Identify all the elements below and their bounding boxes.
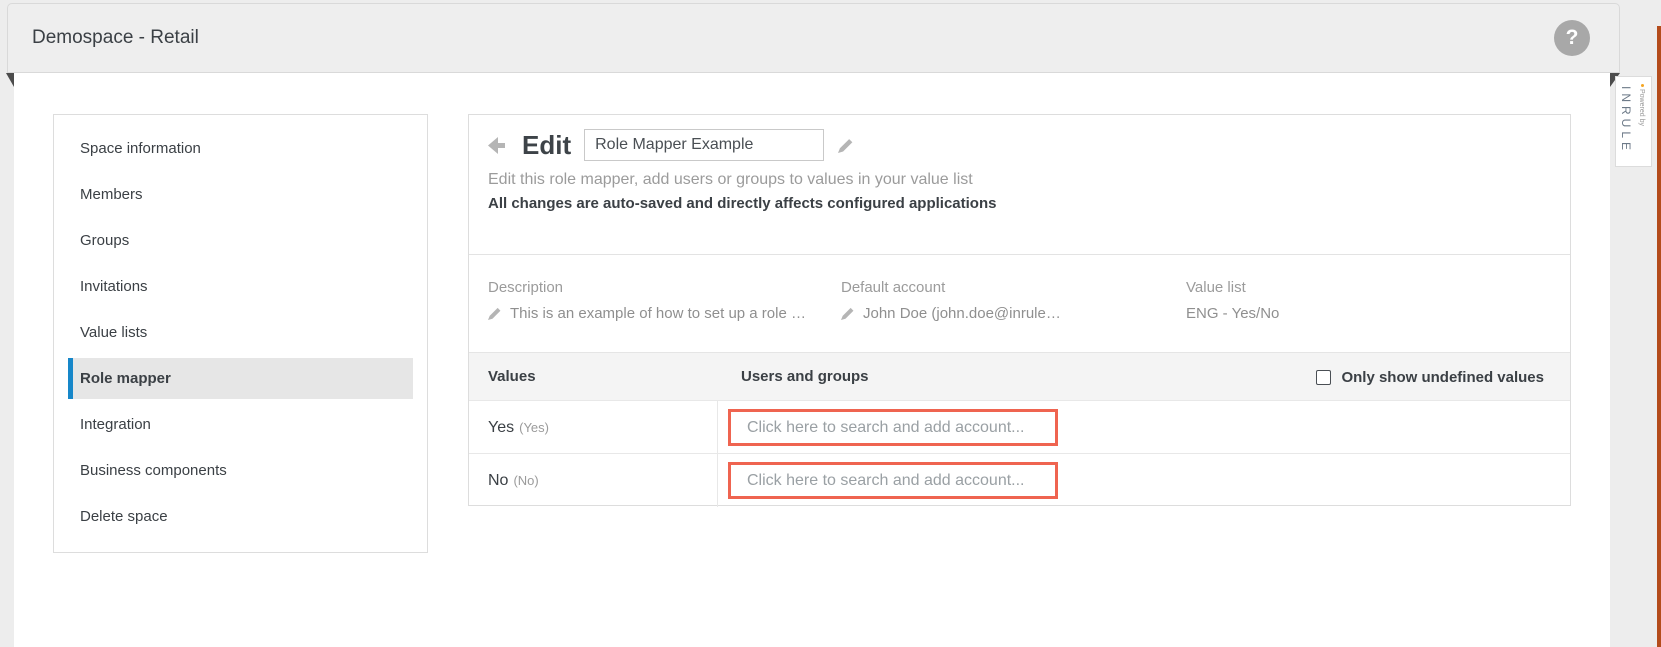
undefined-values-checkbox-label: Only show undefined values — [1341, 369, 1544, 386]
sidebar-item-business-components[interactable]: Business components — [68, 450, 413, 491]
edit-description-pencil-icon[interactable] — [488, 307, 501, 320]
sidebar-item-invitations[interactable]: Invitations — [68, 266, 413, 307]
column-header-values: Values — [488, 353, 536, 401]
add-account-search-input[interactable] — [728, 462, 1058, 499]
value-cell: Yes(Yes) — [469, 401, 718, 453]
space-title: Demospace - Retail — [32, 4, 199, 72]
edit-header-section: Edit Edit this role mapper, add users or… — [469, 115, 1570, 255]
table-row: No(No) — [469, 454, 1570, 507]
description-label: Description — [488, 279, 806, 296]
value-cell: No(No) — [469, 454, 718, 507]
sidebar-item-groups[interactable]: Groups — [68, 220, 413, 261]
page-title: Edit — [522, 130, 571, 161]
default-account-label: Default account — [841, 279, 1061, 296]
default-account-value[interactable]: John Doe (john.doe@inrule… — [863, 305, 1061, 322]
sidebar-nav: Space information Members Groups Invitat… — [53, 114, 428, 553]
sidebar-item-space-information[interactable]: Space information — [68, 128, 413, 169]
add-account-search-input[interactable] — [728, 409, 1058, 446]
description-value[interactable]: This is an example of how to set up a ro… — [510, 305, 806, 322]
only-show-undefined-filter[interactable]: Only show undefined values — [1316, 353, 1544, 401]
table-header-row: Values Users and groups Only show undefi… — [469, 353, 1570, 401]
page: Demospace - Retail ? INRULE Powered by S… — [0, 0, 1661, 647]
sidebar-item-integration[interactable]: Integration — [68, 404, 413, 445]
table-row: Yes(Yes) — [469, 401, 1570, 454]
value-list-label: Value list — [1186, 279, 1279, 296]
sidebar-item-value-lists[interactable]: Value lists — [68, 312, 413, 353]
inrule-logo-text: INRULE — [1619, 86, 1633, 154]
sidebar-item-delete-space[interactable]: Delete space — [68, 496, 413, 537]
sidebar-item-role-mapper[interactable]: Role mapper — [68, 358, 413, 399]
header-fold-left — [6, 73, 14, 87]
role-mapper-panel: Edit Edit this role mapper, add users or… — [468, 114, 1571, 506]
value-code: (Yes) — [519, 420, 549, 435]
edit-subtitle: Edit this role mapper, add users or grou… — [488, 171, 1570, 189]
value-code: (No) — [513, 473, 538, 488]
powered-by-label: Powered by — [1638, 89, 1645, 126]
value-list-value: ENG - Yes/No — [1186, 305, 1279, 322]
role-mapper-name-input[interactable] — [584, 129, 824, 161]
powered-by-inrule-badge[interactable]: INRULE Powered by — [1615, 76, 1652, 167]
value-name: Yes(Yes) — [488, 401, 549, 454]
edit-default-account-pencil-icon[interactable] — [841, 307, 854, 320]
undefined-values-checkbox[interactable] — [1316, 370, 1331, 385]
help-icon[interactable]: ? — [1554, 20, 1590, 56]
inrule-dot-icon — [1641, 84, 1644, 87]
value-name: No(No) — [488, 454, 539, 507]
sidebar-item-members[interactable]: Members — [68, 174, 413, 215]
meta-section: Description This is an example of how to… — [469, 256, 1570, 353]
edit-name-pencil-icon[interactable] — [838, 138, 853, 153]
meta-description: Description This is an example of how to… — [488, 279, 806, 322]
right-edge-accent-strip — [1657, 26, 1661, 647]
top-header-bar: Demospace - Retail ? — [7, 3, 1620, 73]
column-header-users-and-groups: Users and groups — [741, 353, 869, 401]
meta-default-account: Default account John Doe (john.doe@inrul… — [841, 279, 1061, 322]
back-arrow-icon[interactable] — [488, 137, 511, 154]
meta-value-list: Value list ENG - Yes/No — [1186, 279, 1279, 322]
autosave-note: All changes are auto-saved and directly … — [488, 195, 1570, 212]
